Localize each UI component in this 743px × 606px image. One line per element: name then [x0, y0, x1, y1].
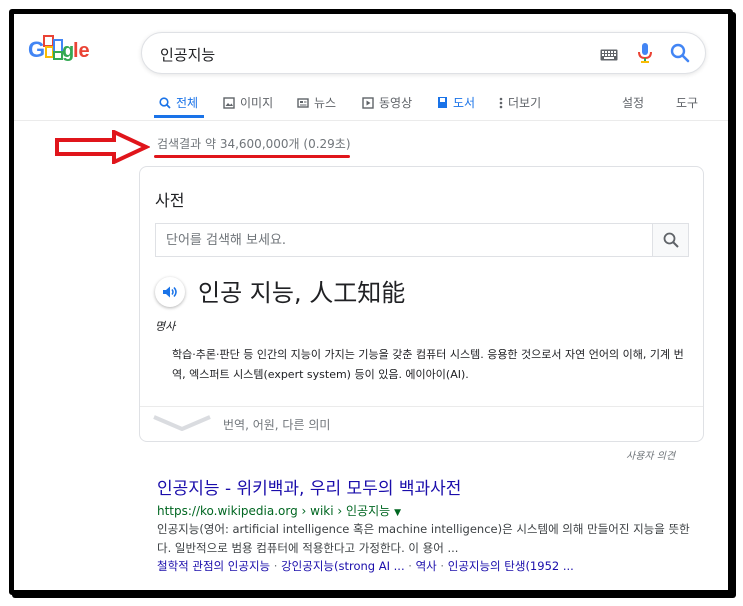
dictionary-search[interactable]	[155, 223, 689, 257]
screenshot-frame: G g le 인공지능 전체 이미지 뉴스 동영상 도서 더보기 설정 도구 검…	[9, 9, 733, 595]
speaker-icon	[163, 286, 177, 298]
result-stats: 검색결과 약 34,600,000개 (0.29초)	[157, 137, 351, 151]
chevron-down-icon[interactable]	[152, 413, 212, 435]
part-of-speech: 명사	[155, 320, 176, 333]
play-icon	[362, 96, 374, 109]
tab-label: 도서	[453, 96, 476, 110]
dictionary-definition: 학습·추론·판단 등 인간의 지능이 가지는 기능을 갖춘 컴퓨터 시스템. 응…	[172, 348, 684, 381]
result-sitelinks: 철학적 관점의 인공지능 · 강인공지능(strong AI ... · 역사 …	[157, 559, 574, 573]
dictionary-headword: 인공 지능, 人工知能	[198, 279, 406, 307]
tab-label: 동영상	[379, 96, 413, 110]
sitelink[interactable]: 인공지능의 탄생(1952 ...	[448, 559, 574, 573]
dictionary-title: 사전	[155, 191, 185, 210]
header-divider	[14, 120, 728, 121]
sitelink[interactable]: 역사	[416, 559, 437, 573]
search-box[interactable]: 인공지능	[141, 32, 706, 74]
more-vert-icon	[499, 97, 503, 108]
dictionary-card: 사전 인공 지능, 人工知能 명사 학습·추론·판단 등 인간의 지능이 가지는…	[139, 166, 704, 442]
microphone-icon[interactable]	[637, 42, 653, 68]
tab-images[interactable]: 이미지	[223, 94, 273, 111]
tab-books[interactable]: 도서	[437, 94, 475, 111]
search-tabs: 전체 이미지 뉴스 동영상 도서 더보기 설정 도구	[154, 90, 714, 118]
annotation-underline	[154, 155, 350, 158]
search-icon[interactable]	[670, 43, 690, 67]
dictionary-search-button[interactable]	[652, 224, 688, 256]
card-divider	[140, 406, 703, 407]
search-icon	[663, 232, 679, 248]
tab-label: 전체	[176, 96, 199, 110]
settings-link[interactable]: 설정	[622, 94, 644, 111]
result-snippet: 인공지능(영어: artificial intelligence 혹은 mach…	[157, 522, 690, 555]
tools-link[interactable]: 도구	[676, 94, 698, 111]
news-icon	[297, 97, 309, 108]
dictionary-more-link[interactable]: 번역, 어원, 다른 의미	[223, 416, 330, 433]
tab-videos[interactable]: 동영상	[362, 94, 412, 111]
result-title-link[interactable]: 인공지능 - 위키백과, 우리 모두의 백과사전	[157, 474, 461, 499]
tab-more[interactable]: 더보기	[499, 94, 541, 111]
tab-label: 더보기	[508, 96, 542, 110]
sitelink[interactable]: 강인공지능(strong AI ...	[281, 559, 405, 573]
sitelink[interactable]: 철학적 관점의 인공지능	[157, 559, 270, 573]
google-logo[interactable]: G g le	[28, 32, 94, 66]
tab-all[interactable]: 전체	[159, 94, 198, 111]
svg-text:G: G	[28, 37, 45, 62]
dropdown-arrow-icon[interactable]: ▼	[394, 508, 401, 518]
book-icon	[438, 97, 447, 108]
image-icon	[223, 96, 235, 109]
keyboard-icon[interactable]	[600, 46, 618, 65]
tab-label: 뉴스	[314, 96, 337, 110]
result-url-text: https://ko.wikipedia.org › wiki › 인공지능	[157, 504, 391, 518]
active-tab-indicator	[154, 115, 204, 118]
tab-label: 이미지	[240, 96, 274, 110]
speaker-button[interactable]	[155, 277, 185, 307]
svg-text:le: le	[73, 40, 90, 62]
tab-news[interactable]: 뉴스	[297, 94, 336, 111]
search-input[interactable]: 인공지능	[160, 44, 215, 65]
annotation-arrow	[55, 130, 150, 164]
search-icon	[159, 96, 171, 109]
dictionary-input[interactable]	[156, 224, 654, 256]
result-url: https://ko.wikipedia.org › wiki › 인공지능 ▼	[157, 502, 401, 519]
feedback-link[interactable]: 사용자 의견	[626, 447, 675, 462]
